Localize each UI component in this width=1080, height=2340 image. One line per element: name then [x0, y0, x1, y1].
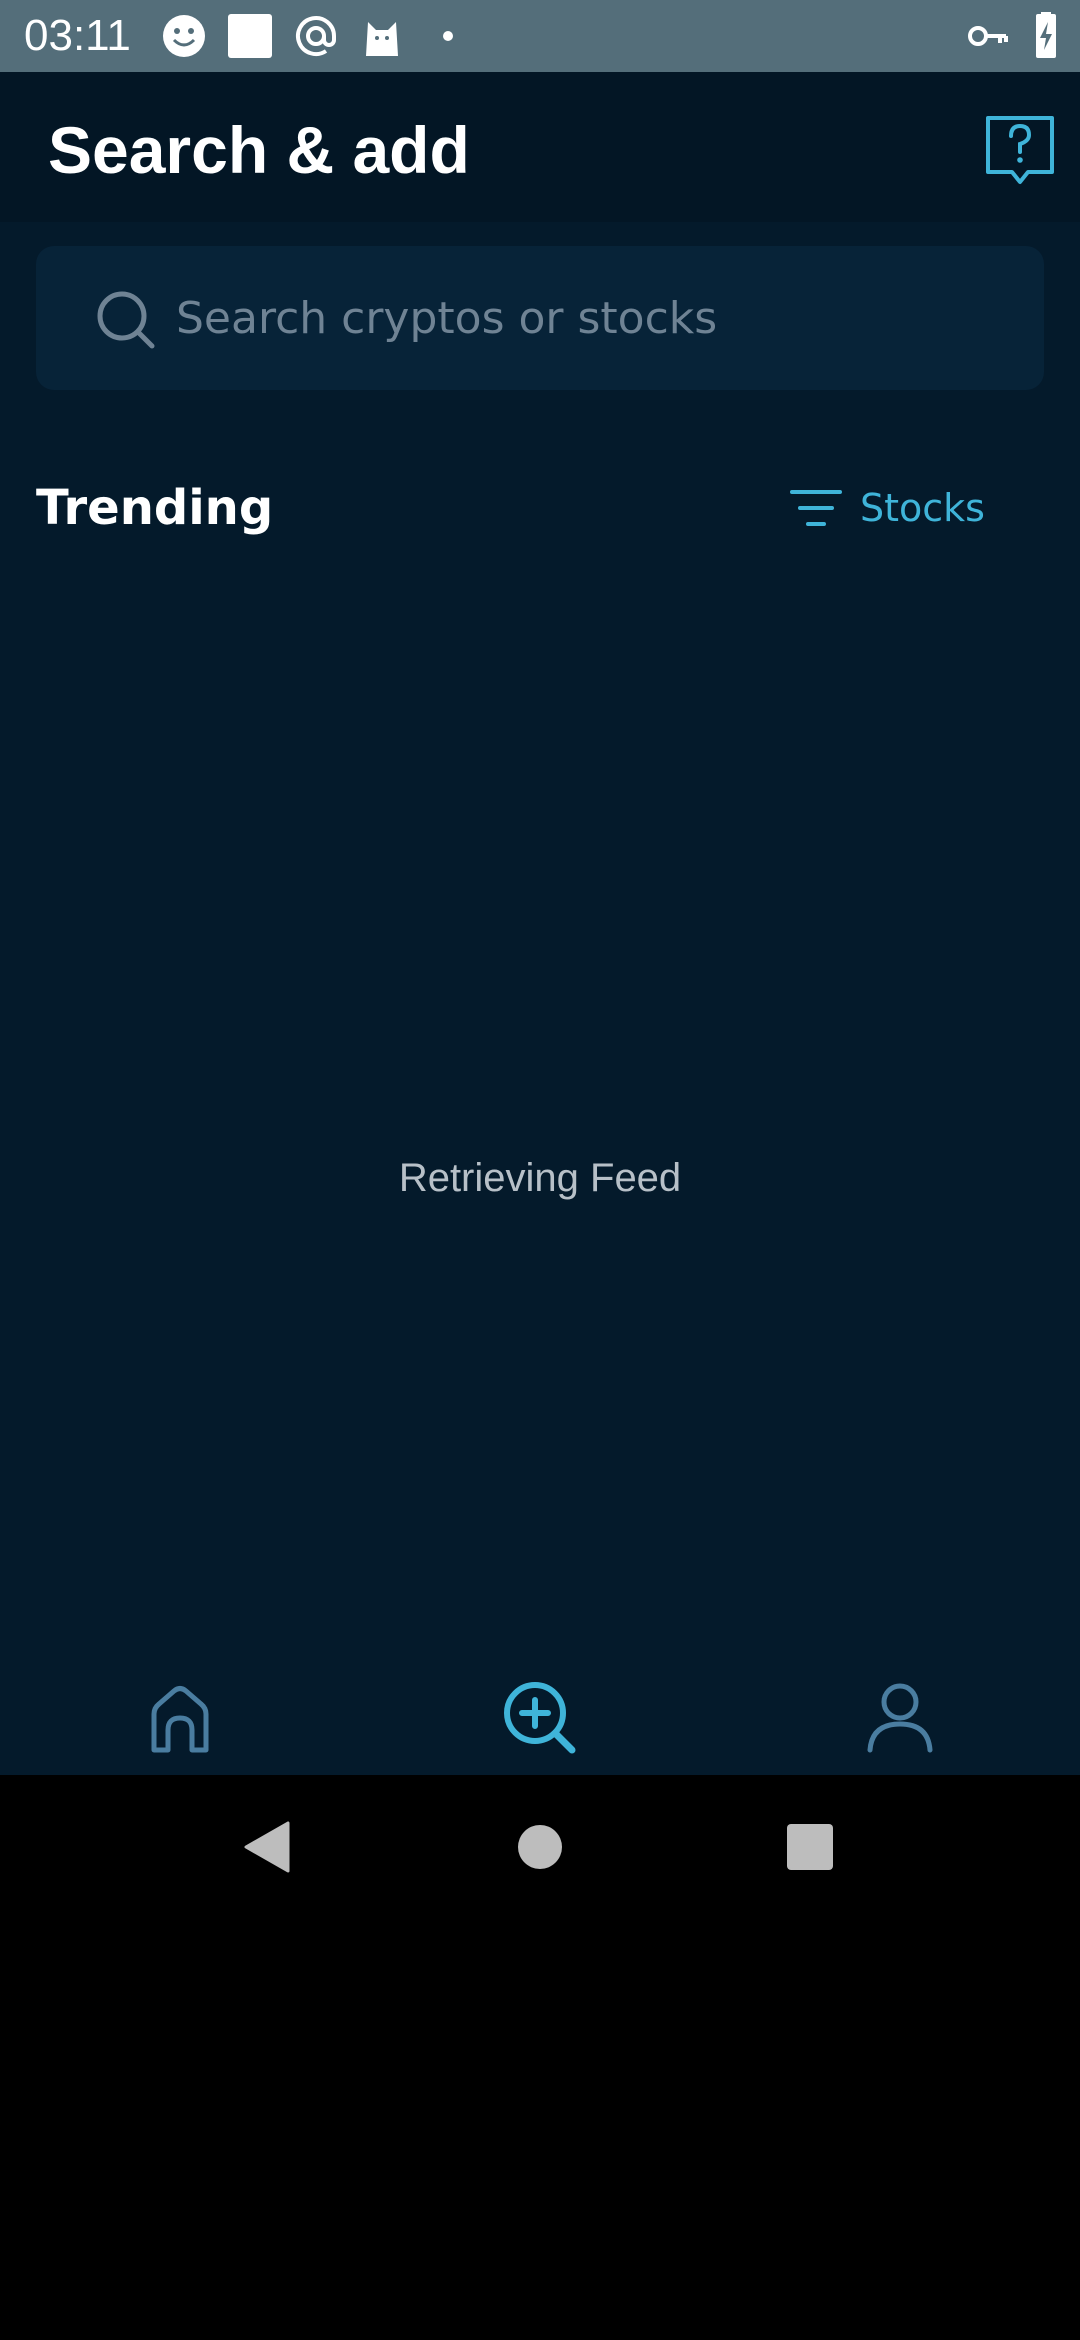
home-icon[interactable] [140, 1678, 220, 1758]
search-add-icon[interactable] [500, 1678, 580, 1758]
screen: 03:11 Search & add Search cryptos or sto… [0, 0, 1080, 2340]
search-icon [97, 291, 155, 349]
search-input[interactable] [174, 276, 1014, 360]
key-icon [968, 26, 1008, 46]
at-icon [296, 16, 336, 57]
search-box[interactable] [36, 246, 1044, 390]
dot-icon [443, 31, 453, 41]
trending-title: Trending [36, 480, 274, 536]
page-title: Search & add [48, 113, 470, 187]
filter-label: Stocks [860, 486, 985, 530]
battery-charging-icon [1036, 12, 1056, 58]
smiley-icon [163, 15, 205, 57]
status-time: 03:11 [24, 11, 131, 60]
profile-icon[interactable] [860, 1678, 940, 1758]
feed-status: Retrieving Feed [398, 1156, 682, 1200]
home-button-icon[interactable] [512, 1819, 568, 1875]
filter-icon [790, 490, 842, 526]
question-bubble-icon[interactable] [982, 112, 1058, 188]
back-icon[interactable] [240, 1819, 296, 1875]
bottom-nav [0, 1642, 1080, 1775]
recents-icon[interactable] [782, 1819, 838, 1875]
app-content: Search & add Trending Stocks Retrieving … [0, 72, 1080, 1775]
status-bar: 03:11 [0, 0, 1080, 72]
app-header: Search & add [0, 72, 1080, 222]
stocks-filter-button[interactable]: Stocks [790, 476, 985, 540]
square-icon [228, 14, 272, 58]
system-nav-bar [0, 1775, 1080, 1920]
cat-icon [366, 22, 398, 56]
